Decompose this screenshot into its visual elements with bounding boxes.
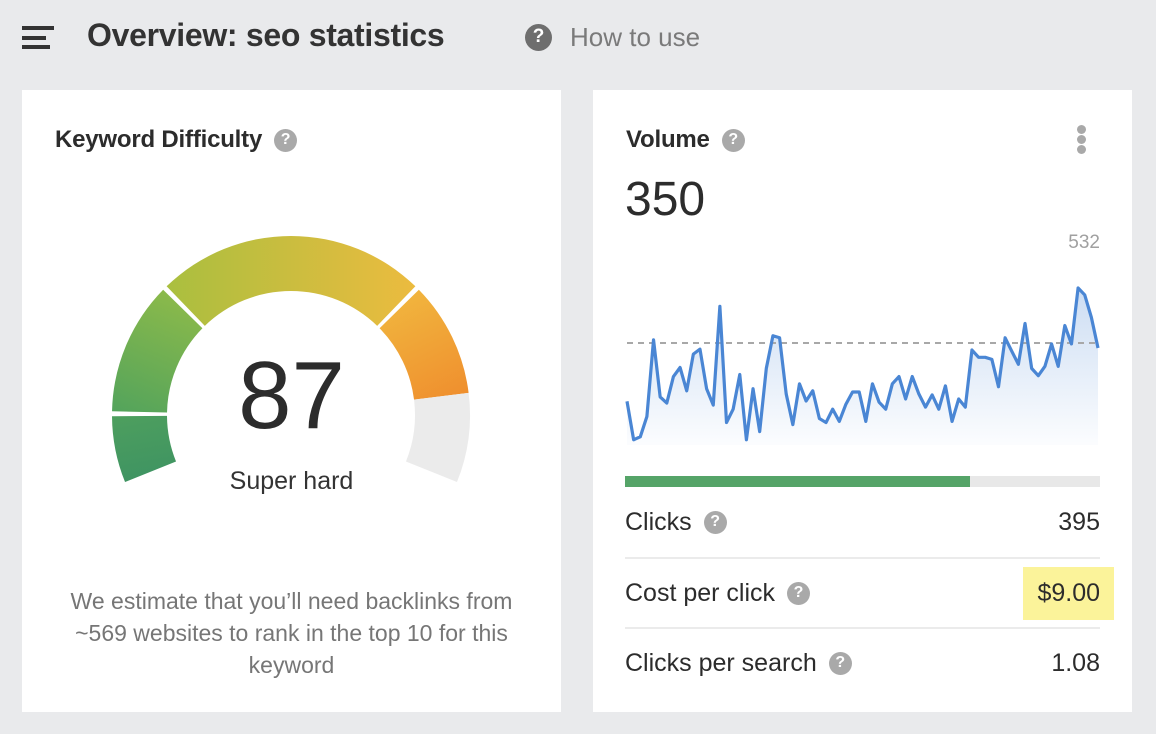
- metric-row-cost-per-click: Cost per click ? $9.00: [625, 557, 1114, 627]
- dot: [1077, 145, 1086, 154]
- metric-value: $9.00: [1023, 566, 1114, 620]
- volume-trend-chart: 532: [625, 232, 1100, 445]
- backlinks-estimate: We estimate that you’ll need backlinks f…: [70, 588, 513, 678]
- metric-label: Clicks: [625, 507, 692, 536]
- help-circle-icon: ?: [525, 23, 552, 51]
- metric-name: Cost per click ?: [625, 578, 811, 608]
- more-vertical-icon[interactable]: [1076, 125, 1088, 157]
- metric-value: 1.08: [1051, 648, 1100, 677]
- menu-line: [22, 45, 50, 49]
- volume-card: Volume ? 350 532 Clicks ? 395 Cost per c…: [593, 90, 1132, 712]
- menu-line: [22, 26, 54, 30]
- dot: [1077, 125, 1086, 134]
- how-to-use-link[interactable]: ? How to use: [525, 22, 700, 52]
- clicks-progress-bar: [625, 476, 1100, 487]
- how-to-use-label: How to use: [570, 21, 701, 52]
- metric-label: Clicks per search: [625, 648, 817, 677]
- difficulty-label: Super hard: [229, 467, 354, 495]
- volume-metrics: Clicks ? 395 Cost per click ? $9.00 Clic…: [625, 487, 1114, 697]
- volume-value: 350: [625, 173, 706, 226]
- help-icon[interactable]: ?: [787, 581, 811, 605]
- volume-title-text: Volume: [626, 126, 710, 153]
- page-header: Overview: seo statistics ? How to use: [0, 0, 1156, 80]
- volume-area: [627, 287, 1098, 445]
- page-title: Overview: seo statistics: [87, 17, 445, 53]
- metric-row-clicks-per-search: Clicks per search ? 1.08: [625, 627, 1100, 697]
- help-icon[interactable]: ?: [721, 128, 745, 152]
- metric-row-clicks: Clicks ? 395: [625, 487, 1100, 557]
- metric-name: Clicks per search ?: [625, 649, 852, 678]
- metric-value: 395: [1058, 507, 1100, 536]
- keyword-difficulty-card: Keyword Difficulty ? 87 Super hard We es…: [22, 90, 561, 712]
- gauge-segment: [166, 235, 416, 326]
- help-icon[interactable]: ?: [828, 651, 852, 675]
- help-icon[interactable]: ?: [703, 510, 727, 534]
- chart-max-label: 532: [1068, 232, 1100, 253]
- metric-name: Clicks ?: [625, 508, 727, 537]
- difficulty-score: 87: [238, 342, 345, 449]
- menu-line: [22, 36, 46, 40]
- metric-label: Cost per click: [625, 578, 776, 607]
- dot: [1077, 135, 1086, 144]
- hamburger-menu-icon[interactable]: [22, 24, 56, 50]
- volume-title: Volume ?: [626, 126, 745, 154]
- clicks-progress-fill: [625, 476, 971, 487]
